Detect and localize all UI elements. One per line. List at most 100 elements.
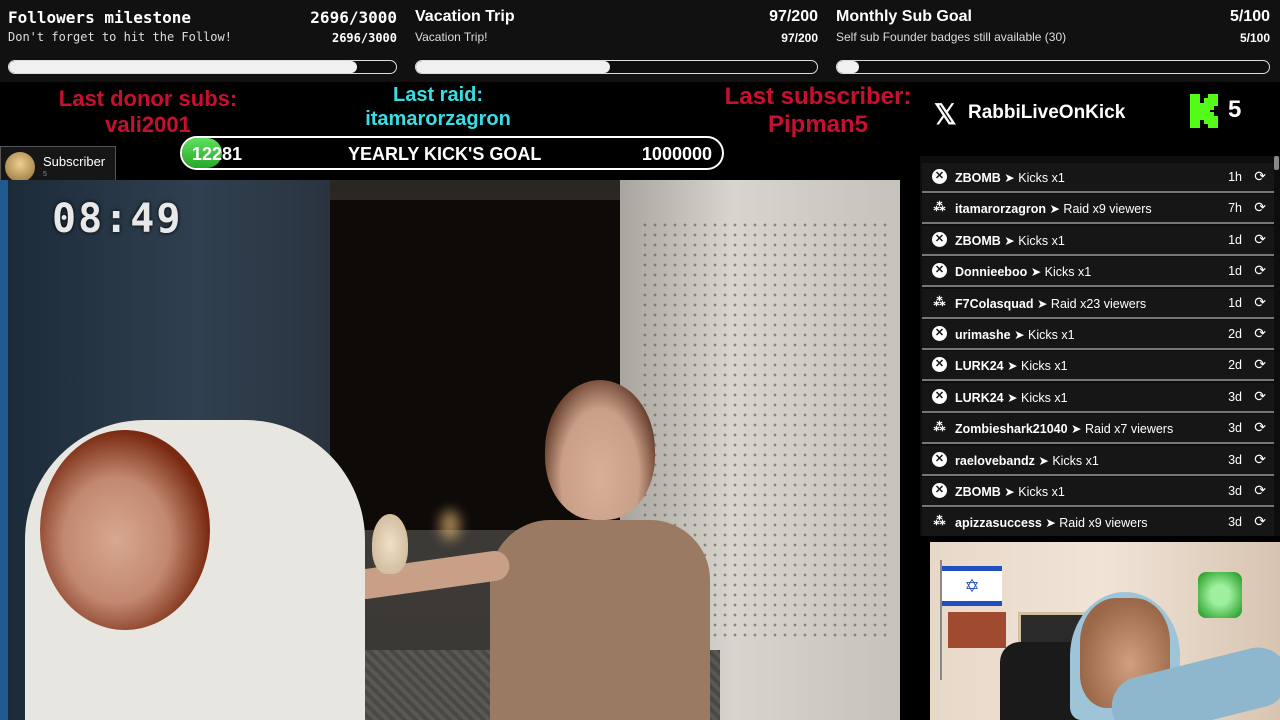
green-sticker <box>1198 572 1242 618</box>
last-donor-name: vali2001 <box>105 112 191 137</box>
replay-icon[interactable]: ⟳ <box>1254 325 1266 342</box>
feed-action: Raid x7 viewers <box>1084 422 1174 437</box>
flag-icon: ✡ <box>942 566 1002 606</box>
goal-count: 2696/3000 <box>310 8 397 27</box>
goals-bar: Followers milestone 2696/3000 Don't forg… <box>0 0 1280 82</box>
arrow-icon: ➤ <box>1010 328 1029 342</box>
feed-time: 3d <box>1228 515 1242 530</box>
goal-subtitle: Vacation Trip! <box>415 30 488 44</box>
kick-count: 5 <box>1228 96 1242 123</box>
feed-row: ✕ urimashe ➤ Kicks x1 2d ⟳ <box>922 320 1274 350</box>
kick-goal-current: 12281 <box>192 144 243 164</box>
arrow-icon: ➤ <box>1046 202 1064 217</box>
goal-subcount: 2696/3000 <box>331 31 397 45</box>
kick-icon: ✕ <box>932 263 947 279</box>
feed-text: Zombieshark21040 ➤ Raid x7 viewers <box>955 421 1173 436</box>
channel-name: RabbiLiveOnKick <box>968 102 1126 123</box>
arrow-icon: ➤ <box>1000 233 1019 248</box>
goal-title: Vacation Trip <box>415 8 515 25</box>
kick-goal-label: YEARLY KICK'S GOAL <box>348 144 542 164</box>
feed-user: LURK24 <box>955 359 1004 374</box>
replay-icon[interactable]: ⟳ <box>1254 419 1266 436</box>
raid-icon: ⁂ <box>933 294 946 309</box>
feed-time: 1d <box>1228 264 1242 279</box>
replay-icon[interactable]: ⟳ <box>1254 294 1266 311</box>
feed-user: apizzasuccess <box>955 516 1042 531</box>
arrow-icon: ➤ <box>1067 422 1085 437</box>
feed-user: ZBOMB <box>955 485 1001 499</box>
game-clock: 08:49 <box>52 196 183 242</box>
last-subscriber-label: Last subscriber: <box>724 83 912 110</box>
arrow-icon: ➤ <box>1003 359 1022 374</box>
feed-row: ⁂ Zombieshark21040 ➤ Raid x7 viewers 3d ⟳ <box>922 414 1274 445</box>
feed-row: ✕ ZBOMB ➤ Kicks x1 3d ⟳ <box>922 477 1274 507</box>
feed-action: Raid x23 viewers <box>1050 296 1147 311</box>
feed-time: 3d <box>1228 421 1242 436</box>
yearly-kick-goal: 12281 YEARLY KICK'S GOAL 1000000 <box>180 136 724 170</box>
kick-icon: ✕ <box>932 388 947 404</box>
event-feed: ✕ ZBOMB ➤ Kicks x1 1h ⟳ ⁂ itamarorzagron ➤ Ra… <box>920 156 1280 536</box>
feed-row: ⁂ F7Colasquad ➤ Raid x23 viewers 1d ⟳ <box>922 288 1274 319</box>
feed-time: 1d <box>1228 295 1242 310</box>
replay-icon[interactable]: ⟳ <box>1254 513 1266 530</box>
tunnel-light <box>440 510 460 540</box>
feed-text: Donnieeboo ➤ Kicks x1 <box>955 264 1091 279</box>
feed-time: 7h <box>1228 201 1242 216</box>
feed-text: F7Colasquad ➤ Raid x23 viewers <box>955 296 1146 311</box>
feed-user: ZBOMB <box>955 171 1001 185</box>
replay-icon[interactable]: ⟳ <box>1254 168 1266 185</box>
feed-row: ✕ LURK24 ➤ Kicks x1 2d ⟳ <box>922 351 1274 382</box>
feed-text: LURK24 ➤ Kicks x1 <box>955 358 1068 373</box>
game-view <box>0 180 900 720</box>
goal-subcount: 97/200 <box>781 31 818 45</box>
feed-action: Kicks x1 <box>1028 328 1075 342</box>
replay-icon[interactable]: ⟳ <box>1254 388 1266 405</box>
feed-time: 1h <box>1228 170 1242 184</box>
man-torso <box>490 520 710 720</box>
goal-progress-bar <box>8 60 397 74</box>
arrow-icon: ➤ <box>1033 296 1051 311</box>
last-raid-name: itamarorzagron <box>365 108 511 130</box>
feed-text: LURK24 ➤ Kicks x1 <box>955 390 1068 405</box>
feed-row: ⁂ itamarorzagron ➤ Raid x9 viewers 7h ⟳ <box>922 194 1274 225</box>
feed-text: ZBOMB ➤ Kicks x1 <box>955 233 1065 248</box>
feed-action: Kicks x1 <box>1052 453 1099 468</box>
feed-user: itamarorzagron <box>955 202 1046 217</box>
x-logo-icon: 𝕏 <box>934 99 957 130</box>
feed-time: 2d <box>1228 358 1242 373</box>
raid-icon: ⁂ <box>933 420 946 435</box>
feed-scrollbar[interactable] <box>1274 156 1279 170</box>
feed-row: ✕ Donnieeboo ➤ Kicks x1 1d ⟳ <box>922 257 1274 288</box>
arrow-icon: ➤ <box>1034 453 1053 468</box>
feed-text: ZBOMB ➤ Kicks x1 <box>955 170 1065 185</box>
goal-subcount: 5/100 <box>1239 31 1270 45</box>
feed-user: urimashe <box>955 328 1011 342</box>
raid-icon: ⁂ <box>933 200 946 215</box>
feed-row: ✕ ZBOMB ➤ Kicks x1 1h ⟳ <box>922 163 1274 193</box>
feed-action: Kicks x1 <box>1018 233 1065 248</box>
replay-icon[interactable]: ⟳ <box>1254 356 1266 373</box>
replay-icon[interactable]: ⟳ <box>1254 262 1266 279</box>
goal-count: 97/200 <box>769 8 818 25</box>
goal-progress-fill <box>416 61 611 73</box>
goal-progress-bar <box>836 60 1270 74</box>
replay-icon[interactable]: ⟳ <box>1254 451 1266 468</box>
replay-icon[interactable]: ⟳ <box>1254 482 1266 499</box>
channel-header: 𝕏 RabbiLiveOnKick 5 <box>920 82 1280 156</box>
replay-icon[interactable]: ⟳ <box>1254 231 1266 248</box>
last-raid-label: Last raid: <box>392 84 484 106</box>
feed-row: ✕ raelovebandz ➤ Kicks x1 3d ⟳ <box>922 445 1274 476</box>
goal-subtitle: Self sub Founder badges still available … <box>836 30 1067 44</box>
arrow-icon: ➤ <box>1041 516 1060 531</box>
replay-icon[interactable]: ⟳ <box>1254 199 1266 216</box>
feed-row: ⁂ apizzasuccess ➤ Raid x9 viewers 3d ⟳ <box>922 508 1274 536</box>
feed-time: 3d <box>1228 484 1242 498</box>
goal-progress-fill <box>837 61 859 73</box>
kick-goal-target: 1000000 <box>641 144 712 164</box>
feed-text: ZBOMB ➤ Kicks x1 <box>955 484 1065 499</box>
goal-monthly-sub: Monthly Sub Goal 5/100 Self sub Founder … <box>828 0 1280 82</box>
feed-time: 3d <box>1228 452 1242 467</box>
left-edge <box>0 180 8 720</box>
goal-count: 5/100 <box>1229 8 1270 25</box>
kick-icon: ✕ <box>932 451 947 467</box>
